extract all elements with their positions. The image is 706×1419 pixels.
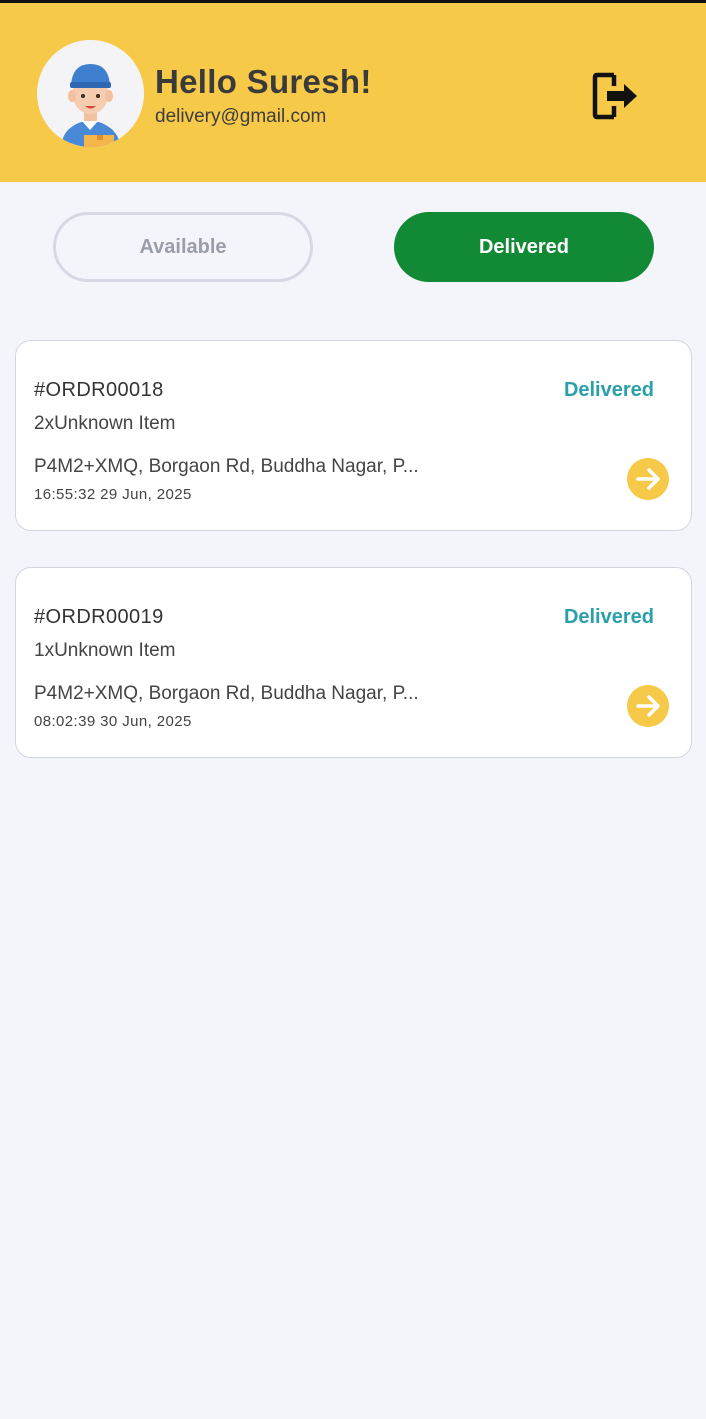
status-badge: Delivered: [563, 606, 654, 628]
status-badge: Delivered: [563, 379, 654, 401]
order-id: #ORDR00019: [34, 606, 164, 628]
order-address: P4M2+XMQ, Borgaon Rd, Buddha Nagar, P...: [34, 683, 419, 704]
open-order-button[interactable]: [627, 458, 669, 500]
order-id: #ORDR00018: [34, 379, 164, 401]
tab-available[interactable]: Available: [53, 212, 313, 282]
order-card[interactable]: #ORDR00019 Delivered 1xUnknown Item P4M2…: [15, 567, 692, 758]
profile-header: Hello Suresh! delivery@gmail.com: [0, 3, 706, 182]
logout-button[interactable]: [591, 71, 639, 121]
user-email: delivery@gmail.com: [155, 106, 327, 127]
avatar: [37, 40, 144, 147]
greeting-title: Hello Suresh!: [155, 63, 372, 100]
arrow-right-icon: [636, 468, 660, 490]
order-items: 1xUnknown Item: [34, 640, 176, 661]
order-items: 2xUnknown Item: [34, 413, 176, 434]
tab-delivered[interactable]: Delivered: [394, 212, 654, 282]
open-order-button[interactable]: [627, 685, 669, 727]
arrow-right-icon: [636, 695, 660, 717]
order-timestamp: 16:55:32 29 Jun, 2025: [34, 486, 192, 503]
order-card[interactable]: #ORDR00018 Delivered 2xUnknown Item P4M2…: [15, 340, 692, 531]
delivery-person-avatar-icon: [37, 40, 144, 147]
order-timestamp: 08:02:39 30 Jun, 2025: [34, 713, 192, 730]
order-address: P4M2+XMQ, Borgaon Rd, Buddha Nagar, P...: [34, 456, 419, 477]
logout-icon: [592, 72, 637, 120]
